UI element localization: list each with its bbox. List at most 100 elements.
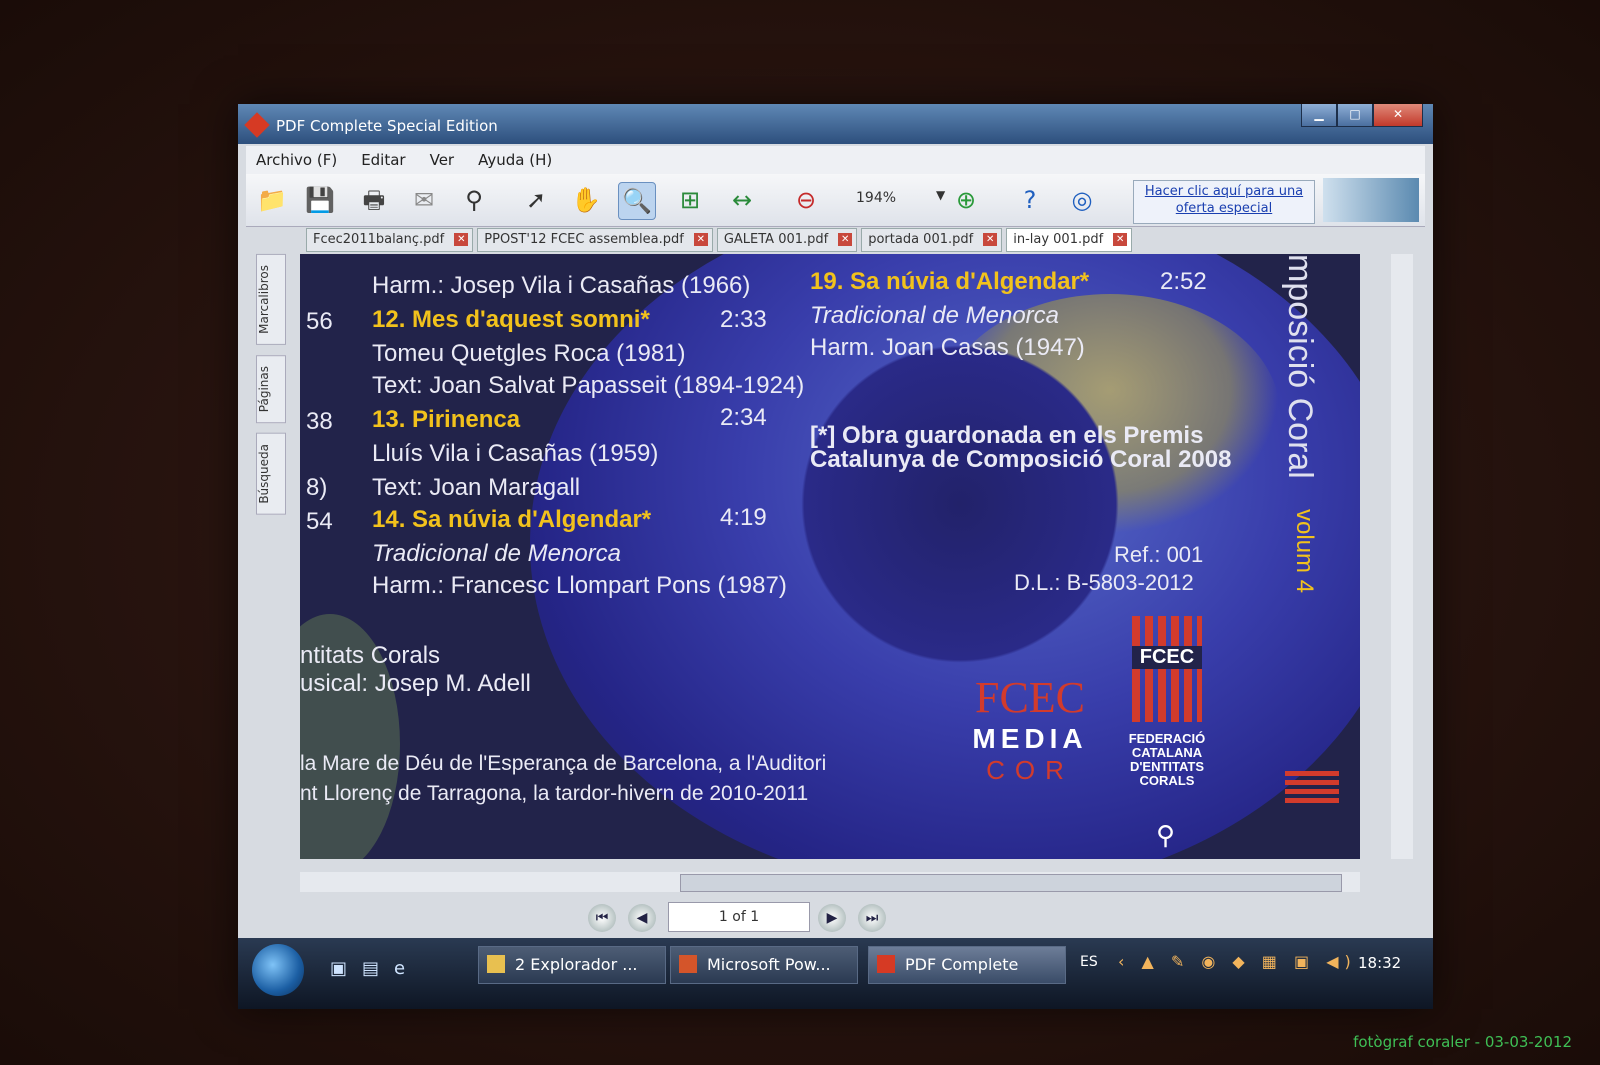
switch-windows-icon[interactable]: ▤ (362, 958, 384, 980)
zoom-level[interactable]: 194% (856, 190, 896, 206)
tab-label: PPOST'12 FCEC assemblea.pdf (484, 232, 684, 247)
page-navigation: ⏮ ◀ 1 of 1 ▶ ⏭ (238, 894, 1433, 938)
tab-portada[interactable]: portada 001.pdf ✕ (861, 228, 1003, 252)
track-line: Harm.: Josep Vila i Casañas (1966) (372, 272, 751, 299)
select-cursor-icon[interactable]: ➚ (518, 182, 554, 218)
logo-text: FCEC (974, 673, 1086, 722)
menu-ver[interactable]: Ver (430, 151, 455, 169)
track-line: Lluís Vila i Casañas (1959) (372, 440, 659, 467)
logo-text: COR (986, 755, 1074, 785)
logo-text: MEDIA (972, 723, 1088, 754)
track-duration: 2:34 (720, 404, 767, 431)
help-icon[interactable]: ? (1012, 182, 1048, 218)
tab-label: in-lay 001.pdf (1013, 232, 1104, 247)
document-tabs: Fcec2011balanç.pdf ✕ PPOST'12 FCEC assemb… (306, 228, 1393, 252)
recording-line: la Mare de Déu de l'Esperança de Barcelo… (300, 752, 827, 775)
small-logo-mark (1285, 769, 1339, 803)
recording-line: nt Llorenç de Tarragona, la tardor-hiver… (300, 782, 809, 805)
special-offer-link[interactable]: Hacer clic aquí para una oferta especial (1133, 180, 1315, 224)
system-tray-icons[interactable]: ‹ ▲ ✎ ◉ ◆ ▦ ▣ ◀) (1118, 952, 1357, 971)
fcec-mark-icon (1132, 616, 1202, 722)
track-line: Text: Joan Maragall (372, 474, 581, 501)
task-label: PDF Complete (905, 955, 1019, 974)
title-bar: PDF Complete Special Edition ▁ □ ✕ (238, 104, 1433, 144)
vertical-scrollbar[interactable] (1391, 254, 1413, 859)
zoom-tool-icon[interactable]: 🔍 (618, 182, 656, 220)
promo-banner-image[interactable] (1323, 178, 1419, 222)
menu-ayuda[interactable]: Ayuda (H) (478, 151, 552, 169)
menu-archivo[interactable]: Archivo (F) (256, 151, 337, 169)
federacio-text: FEDERACIÓ CATALANA D'ENTITATS CORALS (1128, 731, 1206, 788)
save-icon[interactable]: 💾 (302, 182, 338, 218)
track-number-left: 56 (306, 308, 333, 335)
print-icon[interactable]: 🖶 (356, 182, 392, 218)
tab-fcec2011[interactable]: Fcec2011balanç.pdf ✕ (306, 228, 474, 252)
award-note: Catalunya de Composició Coral 2008 (810, 446, 1232, 473)
clock[interactable]: 18:32 (1358, 954, 1401, 972)
photo-credit: fotògraf coraler - 03-03-2012 (1353, 1033, 1572, 1051)
email-icon[interactable]: ✉ (406, 182, 442, 218)
fit-page-icon[interactable]: ⊞ (672, 182, 708, 218)
find-binoculars-icon[interactable]: ⚲ (456, 182, 492, 218)
track-number-left: 54 (306, 508, 333, 535)
next-page-icon[interactable]: ▶ (818, 904, 846, 932)
track-title: 13. Pirinenca (372, 406, 521, 433)
zoom-in-icon[interactable]: ⊕ (948, 182, 984, 218)
track-title: 12. Mes d'aquest somni* (372, 306, 650, 333)
folder-icon (487, 955, 505, 973)
scroll-thumb[interactable] (680, 874, 1342, 892)
close-tab-icon[interactable]: ✕ (693, 233, 708, 246)
track-duration: 2:33 (720, 306, 767, 333)
fit-width-icon[interactable]: ↔ (724, 182, 760, 218)
track-line: Text: Joan Salvat Papasseit (1894-1924) (372, 372, 805, 399)
internet-explorer-icon[interactable]: e (394, 958, 416, 980)
reference-number: Ref.: 001 (1114, 542, 1204, 567)
page-indicator[interactable]: 1 of 1 (668, 902, 810, 932)
track-line: Tomeu Quetgles Roca (1981) (372, 340, 686, 367)
tab-ppost12[interactable]: PPOST'12 FCEC assemblea.pdf ✕ (477, 228, 713, 252)
taskbar-pdf-complete[interactable]: PDF Complete (868, 946, 1066, 984)
federacio-logo: FEDERACIÓ CATALANA D'ENTITATS CORALS (1112, 616, 1222, 788)
zoom-out-icon[interactable]: ⊖ (788, 182, 824, 218)
previous-page-icon[interactable]: ◀ (628, 904, 656, 932)
track-line: Harm. Joan Casas (1947) (810, 334, 1085, 361)
tab-label: portada 001.pdf (868, 232, 974, 247)
tab-inlay[interactable]: in-lay 001.pdf ✕ (1006, 228, 1133, 252)
sidebar-tab-marcalibros[interactable]: Marcalibros (256, 254, 286, 345)
menu-editar[interactable]: Editar (361, 151, 405, 169)
task-label: 2 Explorador ... (515, 955, 638, 974)
open-folder-icon[interactable]: 📁 (254, 182, 290, 218)
tab-galeta[interactable]: GALETA 001.pdf ✕ (716, 228, 858, 252)
close-tab-icon[interactable]: ✕ (454, 233, 469, 246)
taskbar-explorer[interactable]: 2 Explorador ... (478, 946, 666, 984)
show-desktop-icon[interactable]: ▣ (330, 958, 352, 980)
taskbar-powerpoint[interactable]: Microsoft Pow... (670, 946, 858, 984)
start-button[interactable] (252, 944, 304, 996)
hand-tool-icon[interactable]: ✋ (568, 182, 604, 218)
horizontal-scrollbar[interactable] (300, 872, 1360, 892)
app-logo-icon (244, 112, 270, 138)
fcec-media-cor-logo: FCEC MEDIA COR (960, 672, 1100, 786)
track-duration: 2:52 (1160, 268, 1207, 295)
update-globe-icon[interactable]: ◎ (1064, 182, 1100, 218)
tab-label: GALETA 001.pdf (723, 232, 829, 247)
last-page-icon[interactable]: ⏭ (858, 904, 886, 932)
projected-screen: PDF Complete Special Edition ▁ □ ✕ Archi… (238, 104, 1433, 1009)
sidebar-tab-paginas[interactable]: Páginas (256, 354, 286, 424)
first-page-icon[interactable]: ⏮ (588, 904, 616, 932)
maximize-button[interactable]: □ (1337, 104, 1373, 127)
zoom-dropdown-icon[interactable]: ▼ (936, 188, 945, 202)
close-tab-icon[interactable]: ✕ (838, 233, 853, 246)
close-tab-icon[interactable]: ✕ (983, 233, 998, 246)
document-viewport[interactable]: Harm.: Josep Vila i Casañas (1966) 56 12… (300, 254, 1360, 859)
sidebar-tab-busqueda[interactable]: Búsqueda (256, 433, 286, 515)
language-indicator[interactable]: ES (1080, 954, 1098, 970)
track-duration: 4:19 (720, 504, 767, 531)
close-tab-icon[interactable]: ✕ (1113, 233, 1128, 246)
track-line: Harm.: Francesc Llompart Pons (1987) (372, 572, 787, 599)
legal-deposit: D.L.: B-5803-2012 (1014, 570, 1194, 595)
track-number-left: 38 (306, 408, 333, 435)
pdf-complete-icon (877, 955, 895, 973)
minimize-button[interactable]: ▁ (1301, 104, 1337, 127)
close-button[interactable]: ✕ (1373, 104, 1423, 127)
